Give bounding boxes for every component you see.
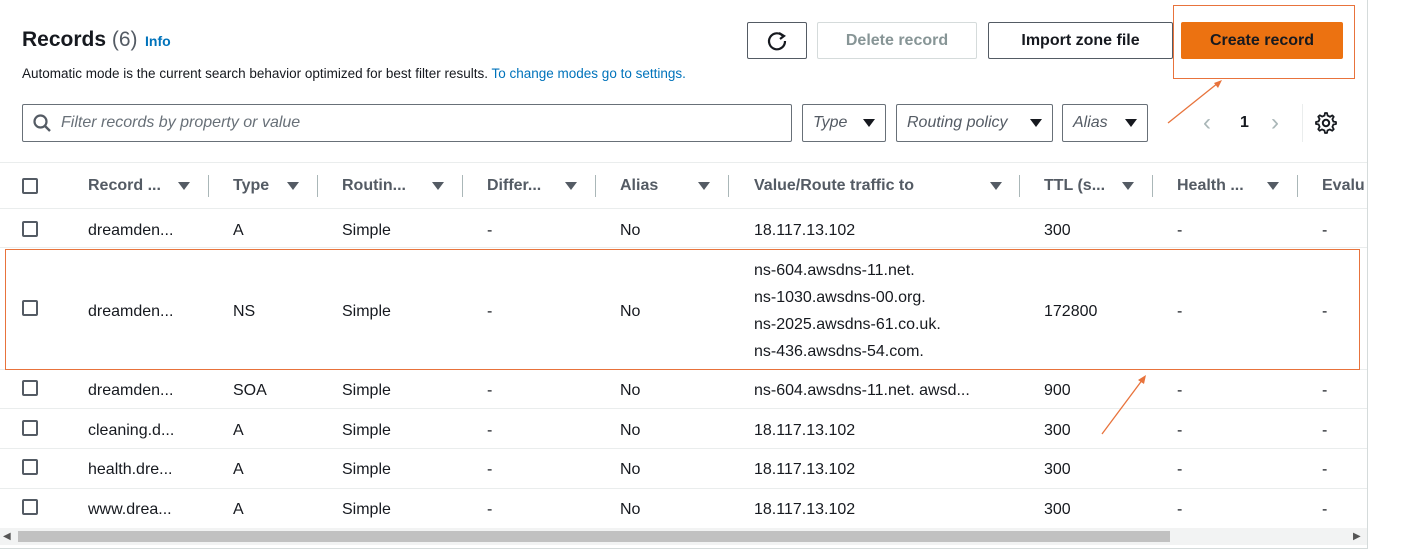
annotation-arrows <box>1101 80 1222 435</box>
